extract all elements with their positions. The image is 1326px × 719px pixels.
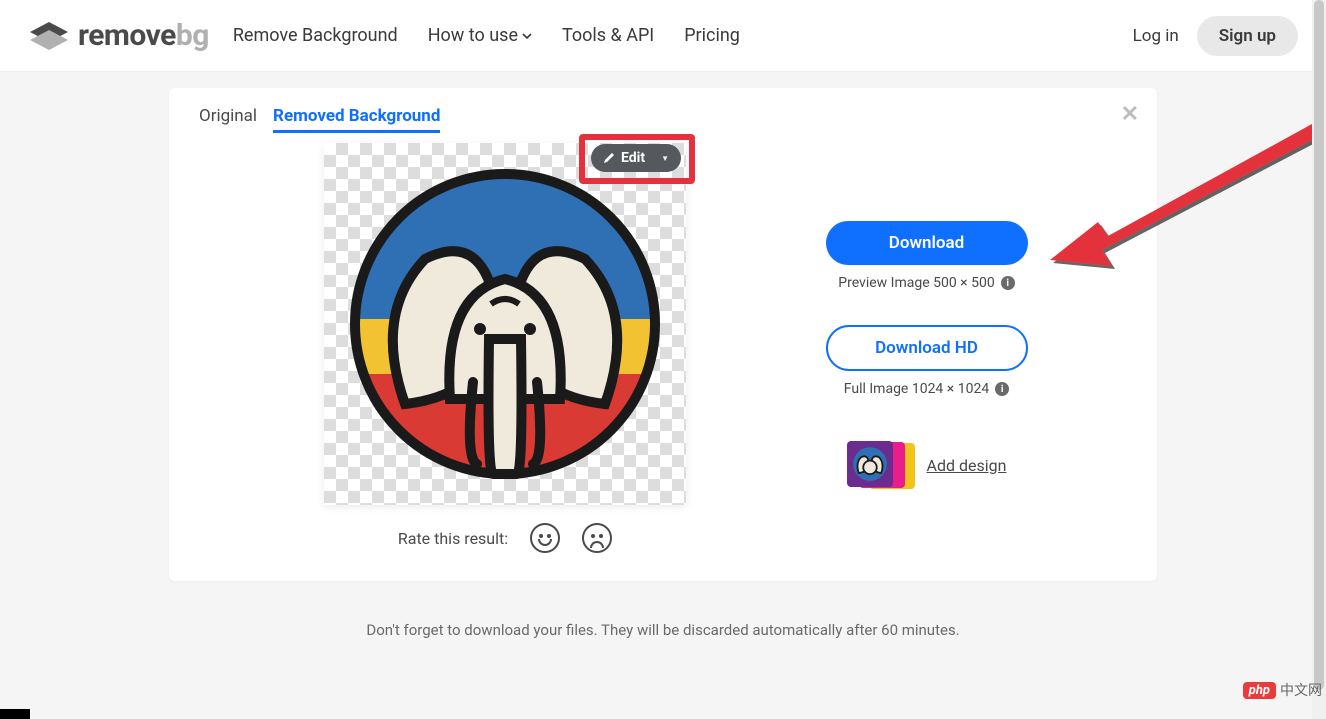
- preview-size-caption: Preview Image 500 × 500 i: [838, 275, 1014, 291]
- nav-remove-background[interactable]: Remove Background: [233, 25, 398, 46]
- pencil-icon: [603, 152, 615, 164]
- scrollbar[interactable]: [1312, 0, 1326, 719]
- tab-removed-background[interactable]: Removed Background: [273, 106, 440, 133]
- nav-tools-api[interactable]: Tools & API: [562, 25, 654, 46]
- close-icon[interactable]: ✕: [1121, 102, 1139, 127]
- nav-how-to-use[interactable]: How to use: [428, 25, 532, 46]
- nav-pricing[interactable]: Pricing: [684, 25, 740, 46]
- logo[interactable]: removebg: [28, 18, 209, 53]
- info-icon[interactable]: i: [995, 382, 1009, 396]
- preview-image: Edit ▼: [324, 143, 686, 505]
- chevron-down-icon: ▼: [661, 154, 669, 163]
- download-button[interactable]: Download: [826, 221, 1028, 265]
- full-size-caption: Full Image 1024 × 1024 i: [844, 381, 1009, 397]
- design-templates-icon: [847, 441, 915, 489]
- logo-icon: [28, 20, 70, 52]
- nav: Remove Background How to use Tools & API…: [233, 25, 1133, 46]
- add-design-row: Add design: [847, 441, 1007, 489]
- header: removebg Remove Background How to use To…: [0, 0, 1326, 72]
- rate-label: Rate this result:: [398, 529, 508, 548]
- scrollbar-thumb[interactable]: [1314, 0, 1324, 690]
- tab-original[interactable]: Original: [199, 106, 257, 133]
- download-hd-button[interactable]: Download HD: [826, 325, 1028, 371]
- tabs: Original Removed Background: [199, 106, 1127, 133]
- result-card: ✕ Original Removed Background: [169, 88, 1157, 581]
- rate-good-button[interactable]: [530, 523, 560, 553]
- auth-area: Log in Sign up: [1133, 16, 1298, 56]
- login-link[interactable]: Log in: [1133, 26, 1179, 46]
- chevron-down-icon: [522, 33, 532, 39]
- content-row: Edit ▼ Rate this result: Download Previe…: [199, 143, 1127, 553]
- signup-button[interactable]: Sign up: [1197, 16, 1298, 56]
- result-graphic: [345, 164, 665, 484]
- actions-column: Download Preview Image 500 × 500 i Downl…: [726, 143, 1127, 489]
- watermark-text: 中文网: [1280, 680, 1322, 700]
- logo-text: removebg: [78, 18, 209, 53]
- rate-row: Rate this result:: [324, 523, 686, 553]
- add-design-link[interactable]: Add design: [927, 456, 1007, 475]
- watermark: php 中文网: [1243, 680, 1322, 700]
- footer-note: Don't forget to download your files. The…: [0, 621, 1326, 639]
- decorative-strip: [0, 709, 30, 719]
- watermark-badge: php: [1243, 682, 1276, 699]
- rate-bad-button[interactable]: [582, 523, 612, 553]
- edit-button[interactable]: Edit ▼: [591, 144, 681, 172]
- annotation-highlight-box: Edit ▼: [579, 134, 695, 184]
- info-icon[interactable]: i: [1001, 276, 1015, 290]
- preview-column: Edit ▼ Rate this result:: [324, 143, 686, 553]
